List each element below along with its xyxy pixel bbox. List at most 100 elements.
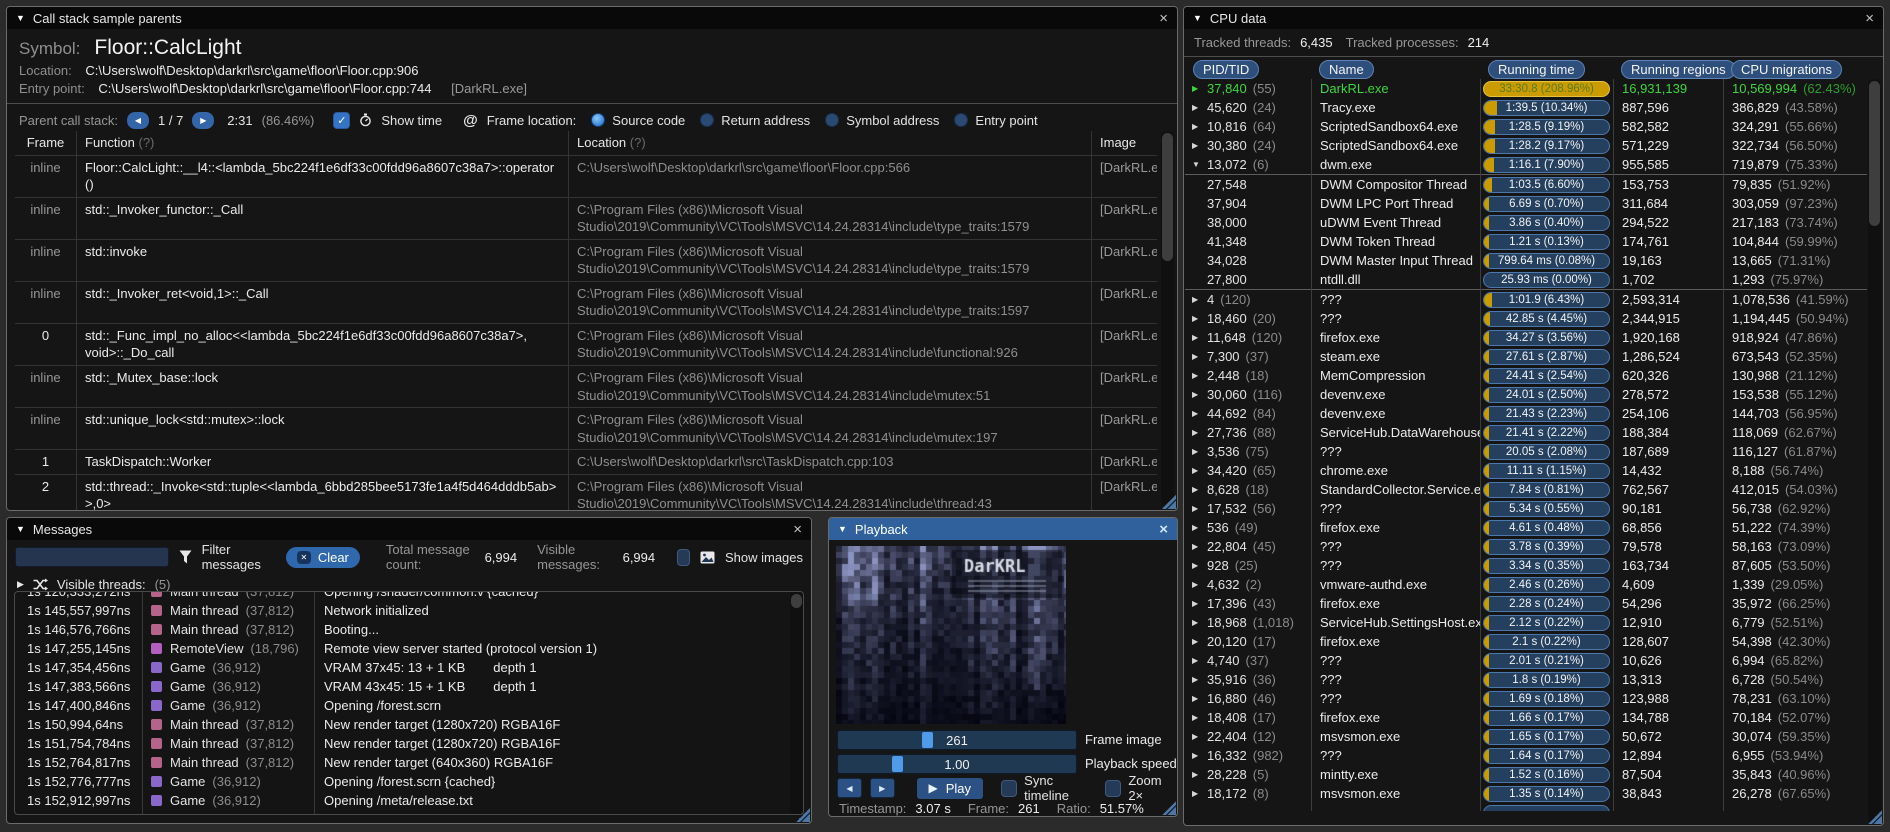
expand-row-icon[interactable]: ▶ (1192, 390, 1207, 399)
cpu-row[interactable]: ▶ 28,228 (5) mintty.exe 1.52 s (0.16%) 87,504… (1185, 765, 1867, 784)
expand-row-icon[interactable]: ▶ (1192, 694, 1207, 703)
close-icon[interactable]: × (793, 522, 802, 537)
radio-entry-point[interactable]: Entry point (954, 113, 1038, 128)
expand-row-icon[interactable]: ▶ (1192, 84, 1207, 93)
callstack-row[interactable]: 2 std::thread::_Invoke<std::tuple<<lambda… (15, 474, 1157, 510)
sort-running-regions-button[interactable]: Running regions (1621, 60, 1736, 79)
next-frame-button[interactable]: ▶ (869, 778, 895, 798)
collapse-icon[interactable]: ▼ (16, 13, 25, 23)
cpu-row[interactable]: ▶ 2,448 (18) MemCompression 24.41 s (2.54%) 6… (1185, 366, 1867, 385)
scrollbar-thumb[interactable] (1869, 81, 1880, 226)
expand-row-icon[interactable]: ▶ (1192, 371, 1207, 380)
scrollbar-thumb[interactable] (1162, 133, 1173, 261)
show-images-checkbox[interactable] (677, 548, 690, 566)
cpu-row[interactable]: ▶ 10,816 (64) ScriptedSandbox64.exe 1:28.5 (… (1185, 117, 1867, 136)
sort-pid-button[interactable]: PID/TID (1193, 60, 1260, 79)
close-icon[interactable]: × (1865, 11, 1874, 26)
cpu-row[interactable]: ▶ 44,692 (84) devenv.exe 21.43 s (2.23%) 254,… (1185, 404, 1867, 423)
cpu-row[interactable]: ▶ 16,880 (46)??? 1.69 s (0.18%) 123,988 78,23… (1185, 689, 1867, 708)
expand-row-icon[interactable]: ▶ (1192, 770, 1207, 779)
callstack-row[interactable]: inline std::_Invoker_ret<void,1>::_Call C:… (15, 281, 1157, 324)
sort-name-button[interactable]: Name (1319, 60, 1374, 79)
filter-input[interactable] (15, 547, 169, 567)
close-icon[interactable]: × (1159, 522, 1168, 537)
expand-row-icon[interactable]: ▶ (1192, 485, 1207, 494)
message-row[interactable]: 1s 145,557,997ns Main thread (37,812) Netwo… (15, 601, 803, 620)
cpu-row[interactable]: ▶ 17,396 (43) firefox.exe 2.28 s (0.24%) 54,2… (1185, 594, 1867, 613)
next-parent-button[interactable]: ▶ (192, 111, 215, 129)
cpu-row[interactable]: ▶ 18,408 (17) firefox.exe 1.66 s (0.17%) 134,… (1185, 708, 1867, 727)
callstack-scrollbar[interactable] (1161, 131, 1174, 506)
cpu-row[interactable]: ▶ 35,916 (36)??? 1.8 s (0.19%) 13,313 6,728 (5… (1185, 670, 1867, 689)
radio-symbol-address[interactable]: Symbol address (825, 113, 939, 128)
expand-row-icon[interactable]: ▶ (1192, 542, 1207, 551)
cpu-row[interactable]: ▶ 22,404 (12) msvsmon.exe 1.65 s (0.17%) 50,6… (1185, 727, 1867, 746)
scrollbar-thumb[interactable] (791, 594, 802, 608)
resize-grip[interactable] (1162, 495, 1176, 509)
cpu-row[interactable]: ▶ 536 (49) firefox.exe 4.61 s (0.48%) 68,856 5… (1185, 518, 1867, 537)
expand-row-icon[interactable]: ▶ (1192, 789, 1207, 798)
cpu-row[interactable]: ▶ 18,968 (1,018) ServiceHub.SettingsHost.ex… (1185, 613, 1867, 632)
radio-source-code[interactable]: Source code (591, 113, 685, 128)
cpu-row[interactable]: ▶ 17,532 (56)??? 5.34 s (0.55%) 90,181 56,738… (1185, 499, 1867, 518)
cpu-row[interactable]: ▶ 22,804 (45)??? 3.78 s (0.39%) 79,578 58,163… (1185, 537, 1867, 556)
expand-row-icon[interactable]: ▶ (1192, 732, 1207, 741)
message-row[interactable]: 1s 150,994,64ns Main thread (37,812) New re… (15, 715, 803, 734)
cpu-row[interactable]: ▶ 30,060 (116) devenv.exe 24.01 s (2.50%) 278… (1185, 385, 1867, 404)
cpu-row[interactable]: ▶ 18,460 (20)??? 42.85 s (4.45%) 2,344,915 1,… (1185, 309, 1867, 328)
collapse-icon[interactable]: ▼ (838, 524, 847, 534)
expand-row-icon[interactable]: ▶ (1192, 618, 1207, 627)
expand-row-icon[interactable]: ▶ (1192, 713, 1207, 722)
prev-parent-button[interactable]: ◀ (127, 111, 149, 129)
expand-row-icon[interactable]: ▶ (1192, 314, 1207, 323)
cpu-row[interactable]: ▶ 37,840 (55) DarkRL.exe 33:30.8 (208.96%) 16… (1185, 79, 1867, 98)
callstack-row[interactable]: 0 std::_Func_impl_no_alloc<<lambda_5bc224… (15, 323, 1157, 367)
resize-grip[interactable] (1162, 801, 1176, 815)
cpu-row[interactable]: ▶ 18,172 (8) msvsmon.exe 1.35 s (0.14%) 38,84… (1185, 784, 1867, 803)
expand-row-icon[interactable]: ▶ (1192, 352, 1207, 361)
message-row[interactable]: 1s 152,912,997ns Game (36,912) Opening /met… (15, 791, 803, 810)
sort-cpu-migrations-button[interactable]: CPU migrations (1731, 60, 1843, 79)
expand-row-icon[interactable]: ▶ (1192, 599, 1207, 608)
expand-icon[interactable]: ▶ (17, 579, 24, 590)
zoom-2x-checkbox[interactable]: Zoom 2× (1105, 773, 1177, 803)
expand-row-icon[interactable]: ▶ (1192, 637, 1207, 646)
show-time-label[interactable]: Show time (381, 113, 442, 128)
expand-row-icon[interactable]: ▶ (1192, 751, 1207, 760)
cpu-row[interactable]: ▶ 4,740 (37)??? 2.01 s (0.21%) 10,626 6,994 (6… (1185, 651, 1867, 670)
message-row[interactable]: 1s 147,354,456ns Game (36,912) VRAM 37x45: … (15, 658, 803, 677)
callstack-row[interactable]: inline std::_Mutex_base::lock C:\Program F… (15, 366, 1157, 409)
prev-frame-button[interactable]: ◀ (837, 778, 862, 798)
cpu-row[interactable]: 27,800 ntdll.dll 25.93 ms (0.00%) 1,702 1,29… (1185, 270, 1867, 289)
cpu-row[interactable]: ▶ 4 (120)??? 1:01.9 (6.43%) 2,593,314 1,078,5… (1185, 289, 1867, 309)
show-images-label[interactable]: Show images (725, 550, 803, 565)
callstack-row[interactable]: inline std::_Invoker_functor::_Call C:\Pro… (15, 197, 1157, 240)
cpu-scrollbar[interactable] (1868, 79, 1881, 823)
frame-image-slider[interactable]: 261 (837, 730, 1077, 750)
expand-row-icon[interactable]: ▶ (1192, 447, 1207, 456)
message-row[interactable]: 1s 152,776,777ns Game (36,912) Opening /for… (15, 772, 803, 791)
cpu-row[interactable]: ▶ 45,620 (24) Tracy.exe 1:39.5 (10.34%) 887,5… (1185, 98, 1867, 117)
expand-row-icon[interactable]: ▶ (1192, 141, 1207, 150)
message-row[interactable]: 1s 147,400,846ns Game (36,912) Opening /for… (15, 696, 803, 715)
message-row[interactable]: 1s 151,754,784ns Main thread (37,812) New r… (15, 734, 803, 753)
play-button[interactable]: ▶ Play (916, 777, 983, 799)
show-time-checkbox[interactable]: ✓ (333, 111, 351, 129)
resize-grip[interactable] (1868, 810, 1882, 824)
expand-row-icon[interactable]: ▶ (1192, 409, 1207, 418)
message-row[interactable]: 1s 153,116,97nsGame(36,912)Intro menu lo… (15, 810, 803, 814)
clear-button[interactable]: ✕ Clear (285, 546, 360, 568)
cpu-row[interactable]: ▶ 4,632 (2) vmware-authd.exe 2.46 s (0.26%) 4… (1185, 575, 1867, 594)
callstack-row[interactable]: inline std::unique_lock<std::mutex>::lock… (15, 408, 1157, 451)
cpu-row[interactable] (1185, 803, 1867, 811)
collapse-icon[interactable]: ▼ (1193, 13, 1202, 23)
expand-row-icon[interactable]: ▶ (1192, 103, 1207, 112)
cpu-row[interactable]: 41,348 DWM Token Thread 1.21 s (0.13%) 174,… (1185, 232, 1867, 251)
cpu-row[interactable]: ▶ 20,120 (17) firefox.exe 2.1 s (0.22%) 128,6… (1185, 632, 1867, 651)
cpu-row[interactable]: ▶ 30,380 (24) ScriptedSandbox64.exe 1:28.2 (… (1185, 136, 1867, 155)
callstack-row[interactable]: inline Floor::CalcLight::__l4::<lambda_5b… (15, 155, 1157, 198)
close-icon[interactable]: × (1159, 11, 1168, 26)
callstack-row[interactable]: 1 TaskDispatch::Worker C:\Users\wolf\Deskt… (15, 450, 1157, 475)
expand-row-icon[interactable]: ▶ (1192, 656, 1207, 665)
cpu-row[interactable]: ▶ 16,332 (982)??? 1.64 s (0.17%) 12,894 6,955… (1185, 746, 1867, 765)
